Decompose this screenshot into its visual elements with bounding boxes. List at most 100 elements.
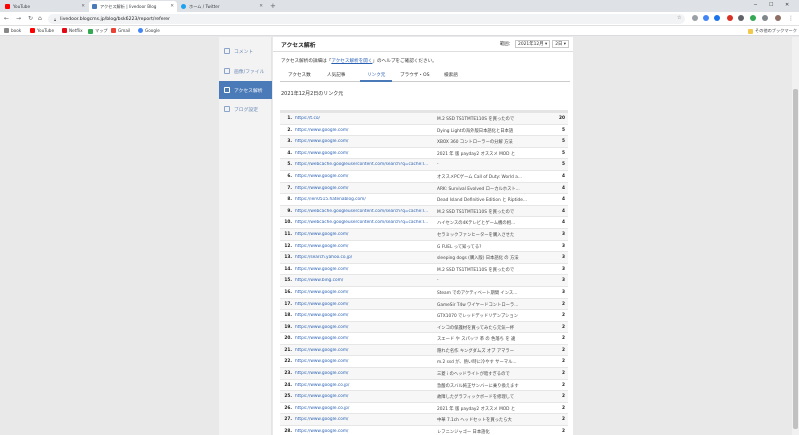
table-row: 28. https://www.google.com/レフニンジャゴー 日本語化 2 [280,426,568,435]
referrer-url-link[interactable]: https://www.google.com/ [295,336,435,341]
bookmark-netflix[interactable]: Netflix [62,28,83,33]
referrer-url-link[interactable]: https://www.bing.com/ [295,278,435,283]
page-scrollbar[interactable] [792,37,799,435]
forward-icon[interactable]: → [16,15,21,22]
extension-icon[interactable] [714,15,720,21]
close-icon[interactable]: ✕ [81,4,85,9]
referrer-url-link[interactable]: https://www.google.com/ [295,417,435,422]
referrer-url-link[interactable]: https://www.google.com/ [295,371,435,376]
scrollbar-thumb[interactable] [793,89,798,429]
sidebar-item-settings[interactable]: ブログ設定 [219,100,272,118]
referrer-url-link[interactable]: https://webcache.googleusercontent.com/s… [295,209,435,214]
referrer-url-link[interactable]: https://www.google.com/ [295,302,435,307]
maximize-icon[interactable]: ☐ [769,2,773,8]
article-title-cell: オススメPCゲーム Call of Duty: World a... [437,174,522,180]
help-link[interactable]: アクセス解析を開く [331,59,372,64]
tab-popular-articles[interactable]: 人気記事 [327,72,345,78]
folder-icon [748,28,753,34]
referrer-url-link[interactable]: https://ieri0515.hatenablog.com/ [295,197,435,202]
help-suffix: 」のヘルプをご確認ください。 [372,59,437,64]
tab-access-count[interactable]: アクセス数 [288,72,311,78]
count-cell: 2 [562,324,565,330]
referrer-url-link[interactable]: https://www.google.com/ [295,151,435,156]
bookmark-gmail[interactable]: Gmail [111,28,130,33]
extension-icon[interactable] [703,15,709,21]
bookmark-star-icon[interactable]: ☆ [677,15,681,21]
referrer-url-link[interactable]: https://search.yahoo.co.jp/ [295,255,435,260]
tab-browser-os[interactable]: ブラウザ・OS [400,72,430,78]
browser-tab-livedoor[interactable]: アクセス解析 | livedoor Blog ✕ [89,1,177,12]
referrer-url-link[interactable]: https://www.google.com/ [295,139,435,144]
sidebar-item-analytics[interactable]: アクセス解析 [219,81,272,99]
referrer-url-link[interactable]: https://www.google.com/ [295,174,435,179]
referrer-url-link[interactable]: https://www.google.co.jp/ [295,383,435,388]
browser-tab-twitter[interactable]: ホーム / Twitter ✕ [178,1,266,12]
article-title-cell: 2021 年 版 payday2 オススメ MOD と [437,151,516,157]
count-cell: 2 [562,394,565,400]
bookmark-google[interactable]: Google [138,28,160,33]
menu-icon[interactable]: ⋮ [788,15,794,22]
referrer-url-link[interactable]: https://www.google.com/ [295,325,435,330]
tab-label: アクセス解析 | livedoor Blog [100,3,157,9]
table-row: 7. https://www.google.com/ARK: Survival E… [280,182,568,195]
extension-icon[interactable] [750,15,756,21]
extension-icon[interactable] [692,15,698,21]
avatar[interactable] [775,15,781,21]
referrer-url-link[interactable]: https://www.google.com/ [295,359,435,364]
referrer-url-link[interactable]: https://www.google.com/ [295,429,435,434]
back-icon[interactable]: ← [4,15,9,22]
folder-icon [4,28,9,33]
other-bookmarks[interactable]: その他のブックマーク [748,28,797,34]
referrer-url-link[interactable]: https://www.google.com/ [295,348,435,353]
main-content: アクセス解析 範囲： 2021年12月 ▾ 2日 ▾ アクセス解析の詳細は「アク… [273,37,573,435]
count-cell: 2 [562,336,565,342]
window-close-icon[interactable]: ✕ [785,2,789,8]
lock-icon: 🔒︎ [54,16,57,22]
browser-tab-youtube[interactable]: YouTube ✕ [2,1,88,12]
referrer-url-link[interactable]: https://webcache.googleusercontent.com/s… [295,220,435,225]
sidebar-item-files[interactable]: 画像/ファイル [219,62,272,80]
referrer-url-link[interactable]: https://webcache.googleusercontent.com/s… [295,162,435,167]
article-title-cell: レフニンジャゴー 日本語化 [437,430,490,435]
close-icon[interactable]: ✕ [170,4,174,9]
minimize-icon[interactable]: ─ [754,2,757,8]
sidebar-item-comments[interactable]: コメント [219,42,272,60]
extension-icon[interactable] [727,15,733,21]
close-icon[interactable]: ✕ [259,4,263,9]
address-bar[interactable]: 🔒︎ livedoor.blogcms.jp/blog/bsk6223/repo… [48,14,685,24]
bookmark-youtube[interactable]: YouTube [30,28,54,33]
count-cell: 4 [562,173,565,179]
bookmarks-bar: book YouTube Netflix マップ Gmail Google その… [0,26,799,36]
referrer-url-link[interactable]: https://www.google.com/ [295,232,435,237]
day-value: 2日 [555,42,563,47]
extension-icon[interactable] [738,15,744,21]
referrer-url-link[interactable]: https://www.google.com/ [295,186,435,191]
referrer-url-link[interactable]: https://www.google.com/ [295,313,435,318]
home-icon[interactable]: ⌂ [38,15,42,22]
table-row: 3. https://www.google.com/XBOX 360 コントローラ… [280,136,568,148]
referrer-url-link[interactable]: https://www.google.com/ [295,290,435,295]
referrer-url-link[interactable]: https://www.google.co.jp/ [295,406,435,411]
sidebar-item-label: アクセス解析 [234,88,263,94]
table-row: 12. https://www.google.com/G FUEL って知ってる?… [280,241,568,253]
new-tab-button[interactable]: + [270,2,276,10]
bookmark-maps[interactable]: マップ [88,28,108,34]
article-title-cell: Dying Lightの海外版日本語化と日本語 [437,128,514,134]
extensions-puzzle-icon[interactable] [762,15,768,21]
referrer-url-link[interactable]: https://www.google.com/ [295,394,435,399]
tab-search-terms[interactable]: 検索語 [444,72,458,78]
reload-icon[interactable]: ↻ [28,15,33,22]
referrer-url-link[interactable]: https://www.google.com/ [295,244,435,249]
referrer-url-link[interactable]: https://www.google.com/ [295,128,435,133]
blog-sidebar: コメント 画像/ファイル アクセス解析 ブログ設定 [219,37,272,435]
referrer-url-link[interactable]: https://www.google.com/ [295,267,435,272]
tab-referrers[interactable]: リンク元 [367,72,385,78]
table-row: 23. https://www.google.com/三菱 i のヘッドライトが暗… [280,368,568,380]
bookmark-book[interactable]: book [4,28,21,33]
rank-cell: 21. [284,347,292,353]
day-select[interactable]: 2日 ▾ [552,40,569,48]
month-select[interactable]: 2021年12月 ▾ [515,40,551,48]
referrer-url-link[interactable]: https://t.co/ [295,116,435,121]
table-row: 19. https://www.google.com/インコの保護材を買ってみたら… [280,321,568,334]
period-selector: 範囲： 2021年12月 ▾ 2日 ▾ [500,40,569,48]
